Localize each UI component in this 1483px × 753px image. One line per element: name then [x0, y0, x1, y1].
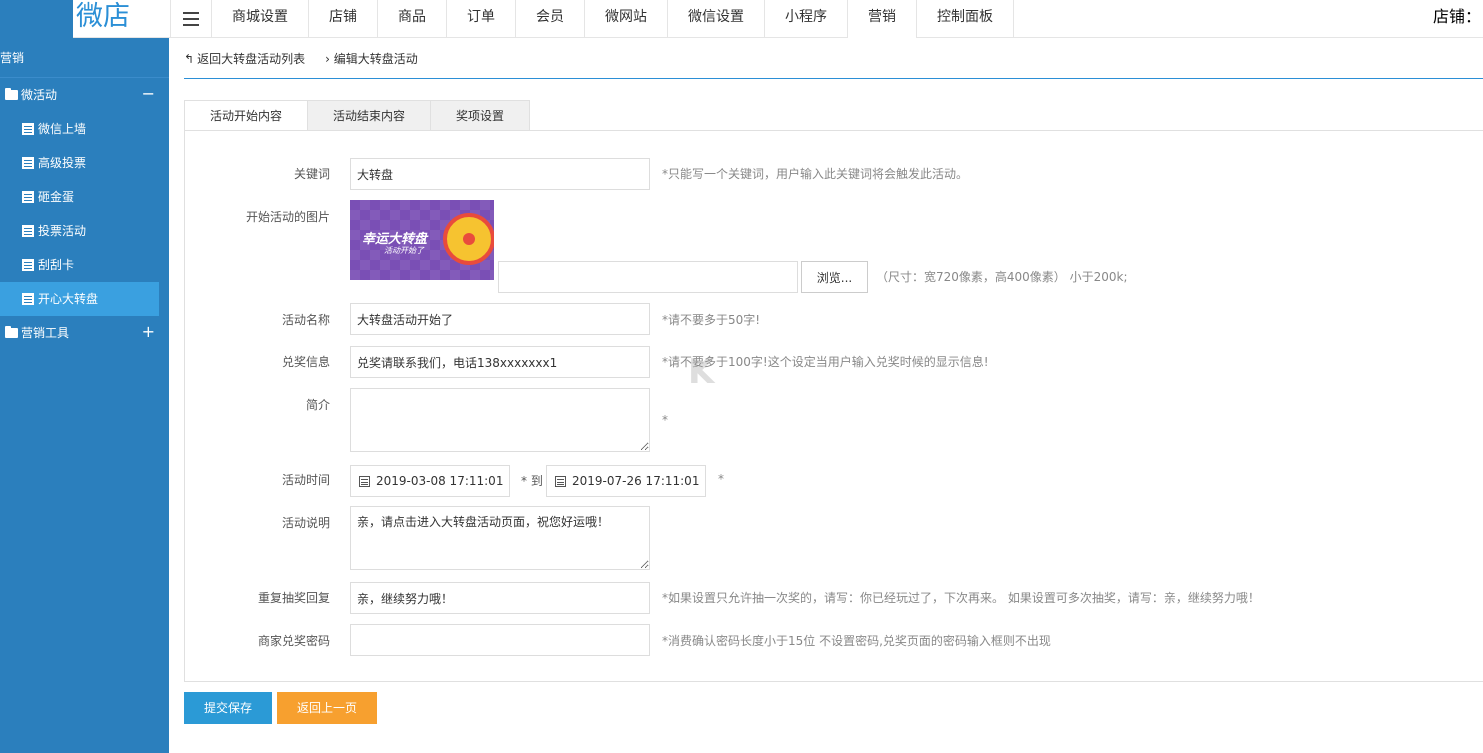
image-path-input[interactable] — [498, 261, 798, 293]
start-date-input[interactable]: 2019-03-08 17:11:01 — [350, 465, 510, 497]
sidebar-item-scratch-card[interactable]: 刮刮卡 — [0, 248, 169, 282]
image-hint: （尺寸：宽720像素，高400像素） 小于200k; — [876, 270, 1128, 284]
submit-save-button[interactable]: 提交保存 — [184, 692, 272, 724]
keyword-label: 关键词 — [293, 167, 330, 181]
sidebar-item-lucky-wheel[interactable]: 开心大转盘 — [0, 282, 159, 316]
expand-icon[interactable]: + — [142, 316, 155, 348]
sidebar-group-label: 营销工具 — [21, 326, 70, 340]
tab-end-content[interactable]: 活动结束内容 — [308, 100, 432, 131]
sidebar-item-golden-egg[interactable]: 砸金蛋 — [0, 180, 169, 214]
start-image-preview: 幸运大转盘 活动开始了 — [350, 200, 494, 280]
return-icon: ↰ — [184, 51, 195, 66]
activity-time-hint: * — [718, 472, 724, 486]
document-icon — [22, 123, 34, 135]
menu-toggle-button[interactable] — [170, 0, 212, 38]
shop-label: 店铺： — [1432, 7, 1481, 26]
nav-wechat-settings[interactable]: 微信设置 — [668, 0, 765, 38]
logo-text: 微店 — [76, 1, 130, 32]
preview-subtitle: 活动开始了 — [384, 246, 424, 255]
nav-mini-program[interactable]: 小程序 — [765, 0, 848, 38]
back-button[interactable]: 返回上一页 — [277, 692, 377, 724]
password-input[interactable] — [350, 624, 650, 656]
sidebar-item-label: 砸金蛋 — [38, 190, 75, 204]
sidebar-group-marketing-tools[interactable]: 营销工具 + — [0, 316, 169, 350]
activity-name-hint: *请不要多于50字! — [662, 313, 761, 327]
main-nav: 商城设置 店铺 商品 订单 会员 微网站 微信设置 小程序 营销 控制面板 — [212, 0, 1014, 38]
description-textarea[interactable]: 亲，请点击进入大转盘活动页面，祝您好运哦！ — [350, 506, 650, 570]
collapse-icon[interactable]: − — [142, 78, 155, 110]
folder-icon — [5, 88, 18, 100]
password-hint: *消费确认密码长度小于15位 不设置密码,兑奖页面的密码输入框则不出现 — [662, 634, 1051, 648]
document-icon — [22, 225, 34, 237]
activity-time-label: 活动时间 — [281, 473, 330, 487]
lucky-wheel-icon — [443, 213, 494, 265]
sidebar-item-label: 刮刮卡 — [38, 258, 75, 272]
activity-name-label: 活动名称 — [281, 313, 330, 327]
intro-hint: * — [662, 413, 668, 427]
sidebar-item-vote-activity[interactable]: 投票活动 — [0, 214, 169, 248]
repeat-reply-label: 重复抽奖回复 — [257, 591, 330, 605]
top-bar: 微店 商城设置 店铺 商品 订单 会员 微网站 微信设置 小程序 营销 控制面板… — [0, 0, 1483, 38]
document-icon — [22, 157, 34, 169]
document-icon — [22, 191, 34, 203]
sidebar-group-label: 微活动 — [21, 88, 58, 102]
intro-textarea[interactable] — [350, 388, 650, 452]
keyword-hint: *只能写一个关键词，用户输入此关键词将会触发此活动。 — [662, 167, 969, 181]
sidebar-item-label: 高级投票 — [38, 156, 87, 170]
date-separator: * 到 — [521, 474, 543, 488]
logo-block — [0, 0, 73, 38]
nav-marketing[interactable]: 营销 — [848, 0, 917, 38]
chevron-right-icon: › — [325, 51, 330, 66]
document-icon — [22, 259, 34, 271]
document-icon — [22, 293, 34, 305]
password-label: 商家兑奖密码 — [257, 634, 330, 648]
sidebar-title: 营销 — [0, 38, 169, 78]
end-date-input[interactable]: 2019-07-26 17:11:01 — [546, 465, 706, 497]
watermark-logo: K — [688, 352, 714, 392]
image-label: 开始活动的图片 — [245, 210, 330, 224]
sidebar-group-micro-activity[interactable]: 微活动 − — [0, 78, 169, 112]
tab-bar: 活动开始内容 活动结束内容 奖项设置 — [184, 100, 531, 131]
prize-info-label: 兑奖信息 — [281, 355, 330, 369]
sidebar-item-label: 微信上墙 — [38, 122, 87, 136]
breadcrumb: ↰ 返回大转盘活动列表 › 编辑大转盘活动 — [184, 38, 1483, 79]
intro-label: 简介 — [305, 398, 330, 412]
sidebar-item-label: 投票活动 — [38, 224, 87, 238]
nav-dashboard[interactable]: 控制面板 — [917, 0, 1014, 38]
breadcrumb-back-link[interactable]: ↰ 返回大转盘活动列表 — [184, 50, 305, 67]
nav-members[interactable]: 会员 — [516, 0, 585, 38]
repeat-reply-input[interactable] — [350, 582, 650, 614]
prize-info-input[interactable] — [350, 346, 650, 378]
breadcrumb-current: › 编辑大转盘活动 — [325, 51, 418, 66]
repeat-reply-hint: *如果设置只允许抽一次奖的，请写：你已经玩过了，下次再来。 如果设置可多次抽奖，… — [662, 591, 1260, 605]
tab-start-content[interactable]: 活动开始内容 — [184, 100, 309, 131]
nav-orders[interactable]: 订单 — [447, 0, 516, 38]
nav-store[interactable]: 店铺 — [309, 0, 378, 38]
calendar-icon — [555, 475, 566, 487]
folder-icon — [5, 326, 18, 338]
tab-prize-settings[interactable]: 奖项设置 — [431, 100, 531, 131]
hamburger-icon — [183, 10, 199, 28]
description-label: 活动说明 — [281, 516, 330, 530]
sidebar: 营销 微活动 − 微信上墙 高级投票 砸金蛋 投票活动 刮刮卡 开心大转盘 营销… — [0, 38, 169, 753]
calendar-icon — [359, 475, 370, 487]
keyword-input[interactable] — [350, 158, 650, 190]
sidebar-item-label: 开心大转盘 — [38, 292, 99, 306]
nav-goods[interactable]: 商品 — [378, 0, 447, 38]
activity-name-input[interactable] — [350, 303, 650, 335]
browse-button[interactable]: 浏览... — [801, 261, 868, 293]
nav-mall-settings[interactable]: 商城设置 — [212, 0, 309, 38]
nav-micro-site[interactable]: 微网站 — [585, 0, 668, 38]
sidebar-item-wechat-wall[interactable]: 微信上墙 — [0, 112, 169, 146]
sidebar-item-advanced-vote[interactable]: 高级投票 — [0, 146, 169, 180]
